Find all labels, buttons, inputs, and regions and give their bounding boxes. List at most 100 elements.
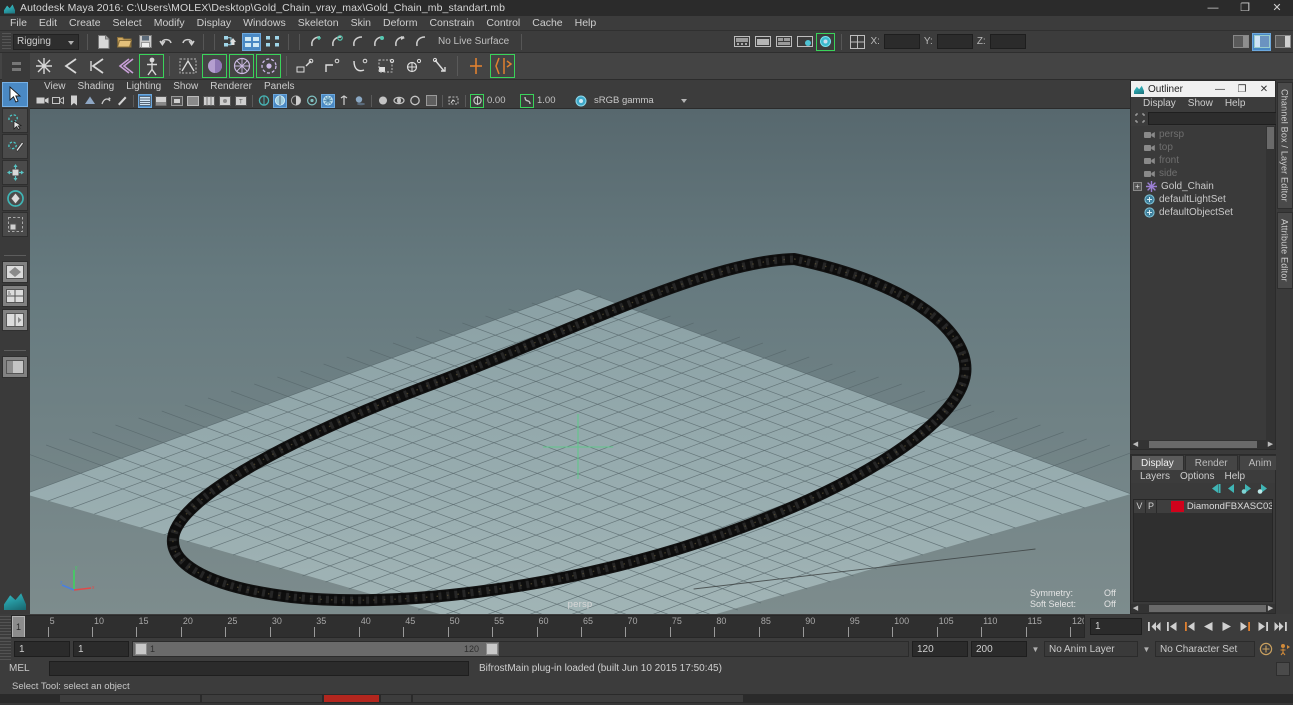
viewport-menu-renderer[interactable]: Renderer [204,80,258,93]
shelf-insert-joint-icon[interactable] [112,54,137,78]
select-tool-button[interactable] [2,82,28,107]
play-forwards-button[interactable] [1219,619,1234,635]
viewport-menu-shading[interactable]: Shading [72,80,121,93]
wireframe-on-shaded-icon[interactable] [186,94,200,108]
shadows-icon[interactable]: T [234,94,248,108]
outliner-vertical-scrollbar[interactable] [1266,126,1275,440]
menu-constrain[interactable]: Constrain [423,16,480,31]
shelf-joint-tool-icon[interactable] [31,54,56,78]
range-slider-bar[interactable]: 1 120 [132,641,909,657]
layout-four-view-button[interactable] [2,285,28,307]
shelf-tab-switcher[interactable] [2,52,30,80]
two-sided-lighting-icon[interactable] [337,94,351,108]
xray-active-components-icon[interactable] [289,94,303,108]
outliner-menu-display[interactable]: Display [1137,98,1182,109]
expand-toggle-icon[interactable]: + [1133,182,1142,191]
viewport-display-toggle-icon[interactable] [424,94,438,108]
layer-color-swatch[interactable] [1170,501,1184,512]
outliner-menu-help[interactable]: Help [1219,98,1252,109]
wireframe-display-icon[interactable] [138,93,152,108]
scroll-right-arrow-icon[interactable]: ▶ [1266,440,1275,449]
shelf-smooth-bind-icon[interactable] [229,54,254,78]
chevron-down-icon[interactable]: ▼ [1141,642,1152,656]
shelf-parent-constraint-icon[interactable] [292,54,317,78]
layout-single-perspective-button[interactable] [2,261,28,283]
new-layer-from-selected-icon[interactable] [1257,483,1270,497]
make-live-icon[interactable] [411,33,430,51]
smooth-shade-all-icon[interactable] [154,94,168,108]
show-hide-tool-settings-icon[interactable] [1252,32,1271,51]
outliner-filter-icon[interactable] [1134,113,1145,124]
shelf-aim-constraint-icon[interactable] [400,54,425,78]
viewport-menu-panels[interactable]: Panels [258,80,301,93]
paint-selection-tool-button[interactable] [2,134,28,159]
y-field[interactable] [936,34,973,49]
current-frame-field[interactable] [1090,618,1142,635]
layer-visibility-toggle[interactable]: V [1134,500,1146,513]
menu-skeleton[interactable]: Skeleton [292,16,345,31]
menu-display[interactable]: Display [191,16,237,31]
time-slider[interactable]: 1 5 10 15 20 25 30 35 40 45 50 55 60 65 70 75 80 85 90 95 1… [11,615,1085,638]
taskbar-item[interactable] [60,695,200,702]
new-layer-icon[interactable] [1241,483,1254,497]
snap-to-curve-icon[interactable] [327,33,346,51]
scrollbar-thumb[interactable] [1267,127,1274,149]
outliner-item-side[interactable]: side [1131,167,1275,180]
move-tool-button[interactable] [2,160,28,185]
animation-preferences-icon[interactable] [1277,641,1293,657]
scroll-left-arrow-icon[interactable]: ◀ [1131,604,1140,613]
lighting-toggle-icon[interactable] [321,93,335,108]
anti-alias-icon[interactable] [392,94,406,108]
menu-select[interactable]: Select [107,16,148,31]
tab-anim[interactable]: Anim [1238,455,1282,470]
menu-help[interactable]: Help [569,16,603,31]
show-hide-channel-box-icon[interactable] [1273,33,1292,51]
playback-start-time-field[interactable] [73,641,129,657]
gamma-field[interactable] [535,94,569,107]
lasso-tool-button[interactable] [2,108,28,133]
z-field[interactable] [989,34,1026,49]
motion-blur-icon[interactable] [376,94,390,108]
two-d-pan-zoom-icon[interactable] [99,94,113,108]
x-field[interactable] [883,34,920,49]
tab-channel-box-layer-editor[interactable]: Channel Box / Layer Editor [1276,82,1293,209]
outliner-maximize-button[interactable]: ❐ [1231,81,1253,97]
image-plane-icon[interactable] [83,94,97,108]
scrollbar-thumb[interactable] [1149,441,1257,448]
viewport-menu-lighting[interactable]: Lighting [120,80,167,93]
taskbar-item-active[interactable] [324,695,379,702]
outliner-search-input[interactable] [1148,111,1288,125]
layer-menu-help[interactable]: Help [1219,471,1250,482]
minimize-button[interactable]: — [1197,0,1229,16]
shadow-toggle-icon[interactable] [353,94,367,108]
menu-edit[interactable]: Edit [33,16,63,31]
range-end-handle[interactable] [486,643,498,655]
range-slider-grip[interactable] [0,638,11,660]
scroll-left-arrow-icon[interactable]: ◀ [1131,440,1140,449]
anim-end-time-field[interactable] [971,641,1027,657]
outliner-item-default-light-set[interactable]: defaultLightSet [1131,193,1275,206]
rotate-tool-button[interactable] [2,186,28,211]
select-by-hierarchy-icon[interactable] [221,33,240,51]
step-back-frame-button[interactable] [1183,619,1198,635]
shelf-paint-skin-weights-icon[interactable] [202,54,227,78]
xray-joints-icon[interactable] [273,93,287,108]
render-settings-icon[interactable] [774,33,793,51]
gamma-icon[interactable] [520,93,534,108]
scrollbar-thumb[interactable] [1148,605,1267,612]
isolate-select-icon[interactable] [447,94,461,108]
shelf-orient-constraint-icon[interactable] [346,54,371,78]
select-by-component-type-icon[interactable] [263,33,282,51]
open-scene-icon[interactable] [115,33,134,51]
outliner-item-persp[interactable]: persp [1131,128,1275,141]
tab-display[interactable]: Display [1131,455,1184,470]
smooth-shade-selected-icon[interactable] [170,94,184,108]
tab-render[interactable]: Render [1184,455,1238,470]
color-profile-selector[interactable]: sRGB gamma [573,94,687,108]
menu-modify[interactable]: Modify [148,16,191,31]
time-slider-playhead[interactable]: 1 [12,616,25,637]
playback-end-time-field[interactable] [912,641,968,657]
layout-outliner-persp-button[interactable] [2,356,28,378]
default-material-icon[interactable] [305,94,319,108]
bookmark-icon[interactable] [67,94,81,108]
